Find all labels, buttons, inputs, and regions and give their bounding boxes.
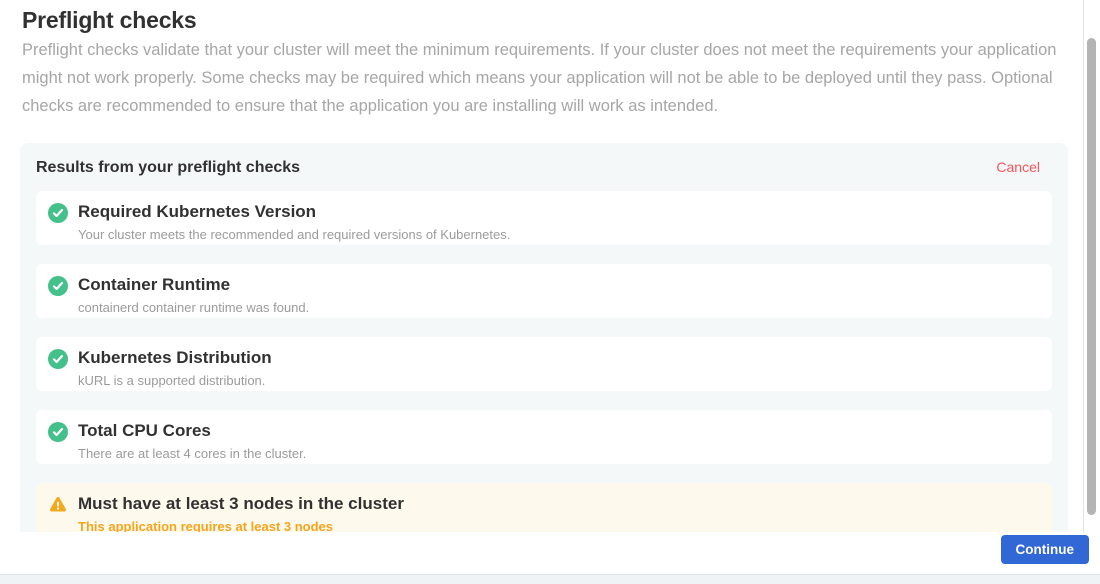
results-heading: Results from your preflight checks <box>36 159 300 177</box>
scrollbar-track[interactable] <box>1084 0 1100 532</box>
preflight-check-row: Must have at least 3 nodes in the cluste… <box>36 483 1052 537</box>
preflight-check-row: Required Kubernetes Version Your cluster… <box>36 191 1052 245</box>
panel-header: Results from your preflight checks Cance… <box>36 159 1040 177</box>
check-message: containerd container runtime was found. <box>78 300 309 315</box>
check-circle-icon <box>48 349 68 369</box>
scrollbar-thumb[interactable] <box>1087 38 1096 515</box>
check-text: Required Kubernetes Version Your cluster… <box>78 200 510 242</box>
preflight-check-row: Kubernetes Distribution kURL is a suppor… <box>36 337 1052 391</box>
check-text: Kubernetes Distribution kURL is a suppor… <box>78 346 272 388</box>
check-message: Your cluster meets the recommended and r… <box>78 227 510 242</box>
preflight-check-row: Container Runtime containerd container r… <box>36 264 1052 318</box>
continue-button[interactable]: Continue <box>1001 535 1090 564</box>
footer-bar: Continue <box>0 532 1100 575</box>
check-circle-icon <box>48 422 68 442</box>
check-text: Must have at least 3 nodes in the cluste… <box>78 492 404 534</box>
check-title: Required Kubernetes Version <box>78 201 510 222</box>
preflight-check-row: Total CPU Cores There are at least 4 cor… <box>36 410 1052 464</box>
check-title: Must have at least 3 nodes in the cluste… <box>78 493 404 514</box>
page-description: Preflight checks validate that your clus… <box>22 36 1060 120</box>
check-circle-icon <box>48 276 68 296</box>
check-circle-icon <box>48 203 68 223</box>
check-title: Kubernetes Distribution <box>78 347 272 368</box>
page-title: Preflight checks <box>22 7 196 34</box>
check-text: Container Runtime containerd container r… <box>78 273 309 315</box>
check-title: Container Runtime <box>78 274 309 295</box>
bottom-strip <box>0 574 1100 584</box>
check-title: Total CPU Cores <box>78 420 306 441</box>
check-message: kURL is a supported distribution. <box>78 373 272 388</box>
warning-triangle-icon <box>48 495 68 515</box>
check-message: There are at least 4 cores in the cluste… <box>78 446 306 461</box>
preflight-results-panel: Results from your preflight checks Cance… <box>20 143 1068 573</box>
check-text: Total CPU Cores There are at least 4 cor… <box>78 419 306 461</box>
cancel-link[interactable]: Cancel <box>996 159 1040 175</box>
